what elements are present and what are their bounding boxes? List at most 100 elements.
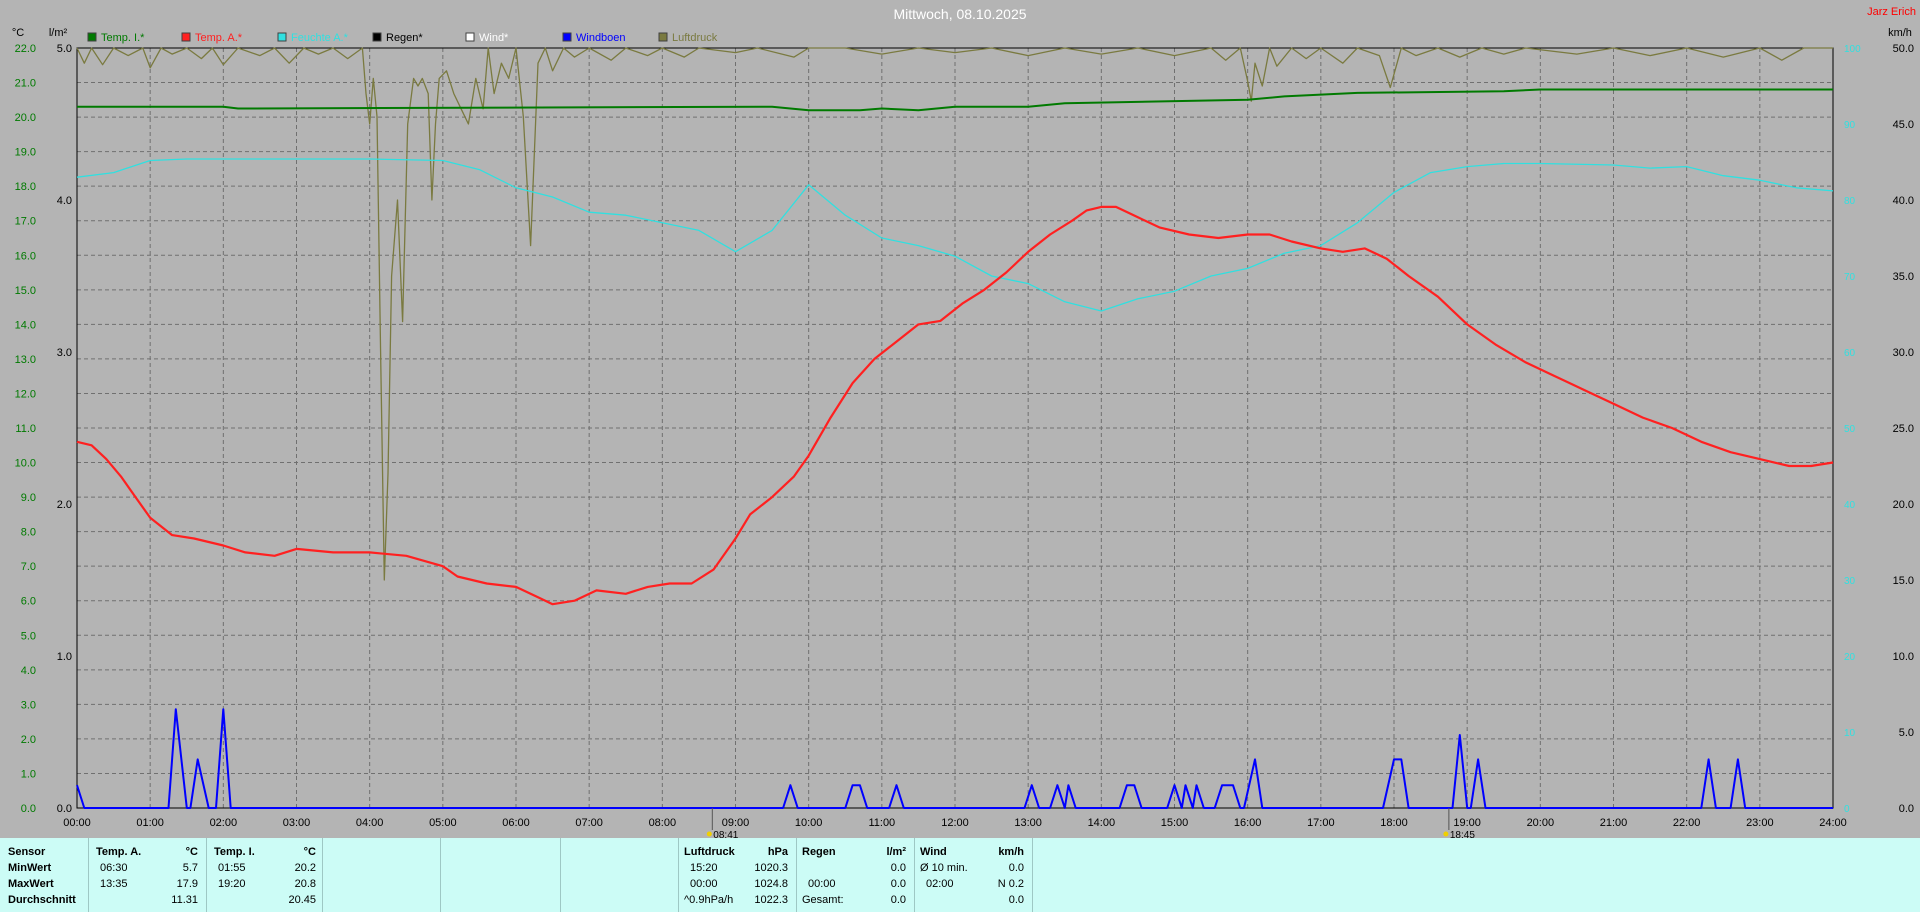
y-temp-tick-label: 3.0 bbox=[21, 699, 36, 711]
chart-title: Mittwoch, 08.10.2025 bbox=[893, 6, 1026, 22]
x-tick-label: 01:00 bbox=[136, 817, 164, 829]
x-tick-label: 22:00 bbox=[1673, 817, 1701, 829]
y-wind-tick-label: 25.0 bbox=[1893, 423, 1914, 435]
x-tick-label: 14:00 bbox=[1088, 817, 1116, 829]
column-divider bbox=[560, 838, 561, 912]
right-unit-wind: km/h bbox=[1888, 27, 1912, 39]
sun-marker-label: 08:41 bbox=[713, 830, 738, 838]
regen-value: 0.0 bbox=[890, 878, 906, 890]
column-divider bbox=[322, 838, 323, 912]
x-tick-label: 23:00 bbox=[1746, 817, 1774, 829]
minwert-label: MinWert bbox=[8, 862, 52, 874]
temp-i-max-time: 19:20 bbox=[218, 878, 246, 890]
legend: Temp. I.* Temp. A.* Feuchte A.* Regen* Wind*… bbox=[87, 32, 718, 44]
x-tick-label: 18:00 bbox=[1380, 817, 1408, 829]
x-tick-label: 19:00 bbox=[1453, 817, 1481, 829]
temp-a-avg-value: 11.31 bbox=[171, 894, 198, 906]
luftdruck-unit: hPa bbox=[767, 846, 788, 858]
y-wind-tick-label: 0.0 bbox=[1899, 803, 1914, 815]
x-tick-label: 05:00 bbox=[429, 817, 457, 829]
luftdruck-avg-value: 1022.3 bbox=[754, 894, 788, 906]
y-humidity-tick-label: 80 bbox=[1844, 196, 1856, 207]
y-temp-tick-label: 8.0 bbox=[21, 527, 36, 539]
regen-header: Regen bbox=[802, 846, 836, 858]
y-wind-tick-label: 40.0 bbox=[1893, 195, 1914, 207]
wind-max-value: N 0.2 bbox=[997, 878, 1024, 890]
legend-label: Windboen bbox=[576, 32, 626, 44]
y-temp-tick-label: 1.0 bbox=[21, 768, 36, 780]
weather-chart: 00:00 01:00 02:00 03:00 04:00 05:00 06:00 07:00… bbox=[12, 6, 1916, 838]
column-divider bbox=[1032, 838, 1033, 912]
x-tick-label: 17:00 bbox=[1307, 817, 1335, 829]
luftdruck-min-time: 15:20 bbox=[690, 862, 718, 874]
y-temp-tick-label: 5.0 bbox=[21, 630, 36, 642]
x-tick-label: 00:00 bbox=[63, 817, 91, 829]
sensor-header: Sensor bbox=[8, 846, 46, 858]
column-divider bbox=[678, 838, 679, 912]
y-wind-tick-label: 15.0 bbox=[1893, 575, 1914, 587]
temp-a-min-time: 06:30 bbox=[100, 862, 128, 874]
temp-a-max-time: 13:35 bbox=[100, 878, 128, 890]
x-tick-label: 09:00 bbox=[722, 817, 750, 829]
left-unit-rain: l/m² bbox=[49, 27, 68, 39]
x-tick-label: 11:00 bbox=[868, 817, 895, 829]
y-humidity-tick-label: 50 bbox=[1844, 424, 1856, 435]
column-divider bbox=[206, 838, 207, 912]
y-wind-tick-label: 45.0 bbox=[1893, 119, 1914, 131]
legend-swatch bbox=[562, 32, 572, 42]
legend-label: Luftdruck bbox=[672, 32, 718, 44]
temp-i-unit: °C bbox=[303, 846, 316, 858]
grid bbox=[77, 48, 1833, 808]
temp-i-avg-value: 20.45 bbox=[288, 894, 316, 906]
x-tick-label: 08:00 bbox=[649, 817, 677, 829]
regen-min-value: 0.0 bbox=[890, 862, 906, 874]
y-temp-tick-label: 20.0 bbox=[15, 112, 36, 124]
x-tick-label: 15:00 bbox=[1161, 817, 1189, 829]
y-temp-tick-label: 4.0 bbox=[21, 665, 36, 677]
y-temp-tick-label: 7.0 bbox=[21, 561, 36, 573]
legend-swatch bbox=[277, 32, 287, 42]
x-tick-label: 21:00 bbox=[1600, 817, 1628, 829]
legend-label: Feuchte A.* bbox=[291, 32, 349, 44]
y-temp-tick-label: 17.0 bbox=[15, 216, 36, 228]
x-tick-label: 24:00 bbox=[1819, 817, 1847, 829]
y-rain-tick-label: 0.0 bbox=[57, 803, 72, 815]
luftdruck-header: Luftdruck bbox=[684, 846, 735, 858]
wind-avg-value: 0.0 bbox=[1008, 862, 1024, 874]
x-tick-label: 06:00 bbox=[502, 817, 530, 829]
x-tick-label: 16:00 bbox=[1234, 817, 1262, 829]
y-temp-tick-label: 15.0 bbox=[15, 285, 36, 297]
temp-i-min-value: 20.2 bbox=[294, 862, 316, 874]
temp-a-header: Temp. A. bbox=[96, 846, 142, 858]
maxwert-label: MaxWert bbox=[8, 878, 54, 890]
legend-swatch bbox=[87, 32, 97, 42]
legend-swatch bbox=[658, 32, 668, 42]
temp-i-max-value: 20.8 bbox=[294, 878, 316, 890]
y-wind-tick-label: 20.0 bbox=[1893, 499, 1914, 511]
column-divider bbox=[914, 838, 915, 912]
wind-total-value: 0.0 bbox=[1008, 894, 1024, 906]
y-humidity-tick-label: 40 bbox=[1844, 500, 1856, 511]
x-tick-label: 10:00 bbox=[795, 817, 823, 829]
luftdruck-max-time: 00:00 bbox=[690, 878, 718, 890]
legend-swatch bbox=[372, 32, 382, 42]
wind-header: Wind bbox=[920, 846, 947, 858]
wind-max-time: 02:00 bbox=[926, 878, 954, 890]
y-rain-tick-label: 3.0 bbox=[57, 347, 72, 359]
y-temp-tick-label: 10.0 bbox=[15, 458, 36, 470]
y-wind-tick-label: 35.0 bbox=[1893, 271, 1914, 283]
y-temp-tick-label: 16.0 bbox=[15, 250, 36, 262]
author-label: Jarz Erich bbox=[1867, 6, 1916, 18]
luftdruck-min-value: 1020.3 bbox=[754, 862, 788, 874]
y-temp-tick-label: 11.0 bbox=[15, 423, 36, 435]
x-tick-label: 12:00 bbox=[941, 817, 969, 829]
legend-label: Wind* bbox=[479, 32, 509, 44]
y-temp-tick-label: 12.0 bbox=[15, 388, 36, 400]
y-humidity-tick-label: 20 bbox=[1844, 652, 1856, 663]
y-humidity-tick-label: 90 bbox=[1844, 120, 1856, 131]
durchschnitt-label: Durchschnitt bbox=[8, 894, 76, 906]
temp-a-min-value: 5.7 bbox=[182, 862, 198, 874]
wind-unit: km/h bbox=[998, 846, 1024, 858]
legend-swatch bbox=[181, 32, 191, 42]
sun-icon bbox=[1443, 831, 1449, 837]
